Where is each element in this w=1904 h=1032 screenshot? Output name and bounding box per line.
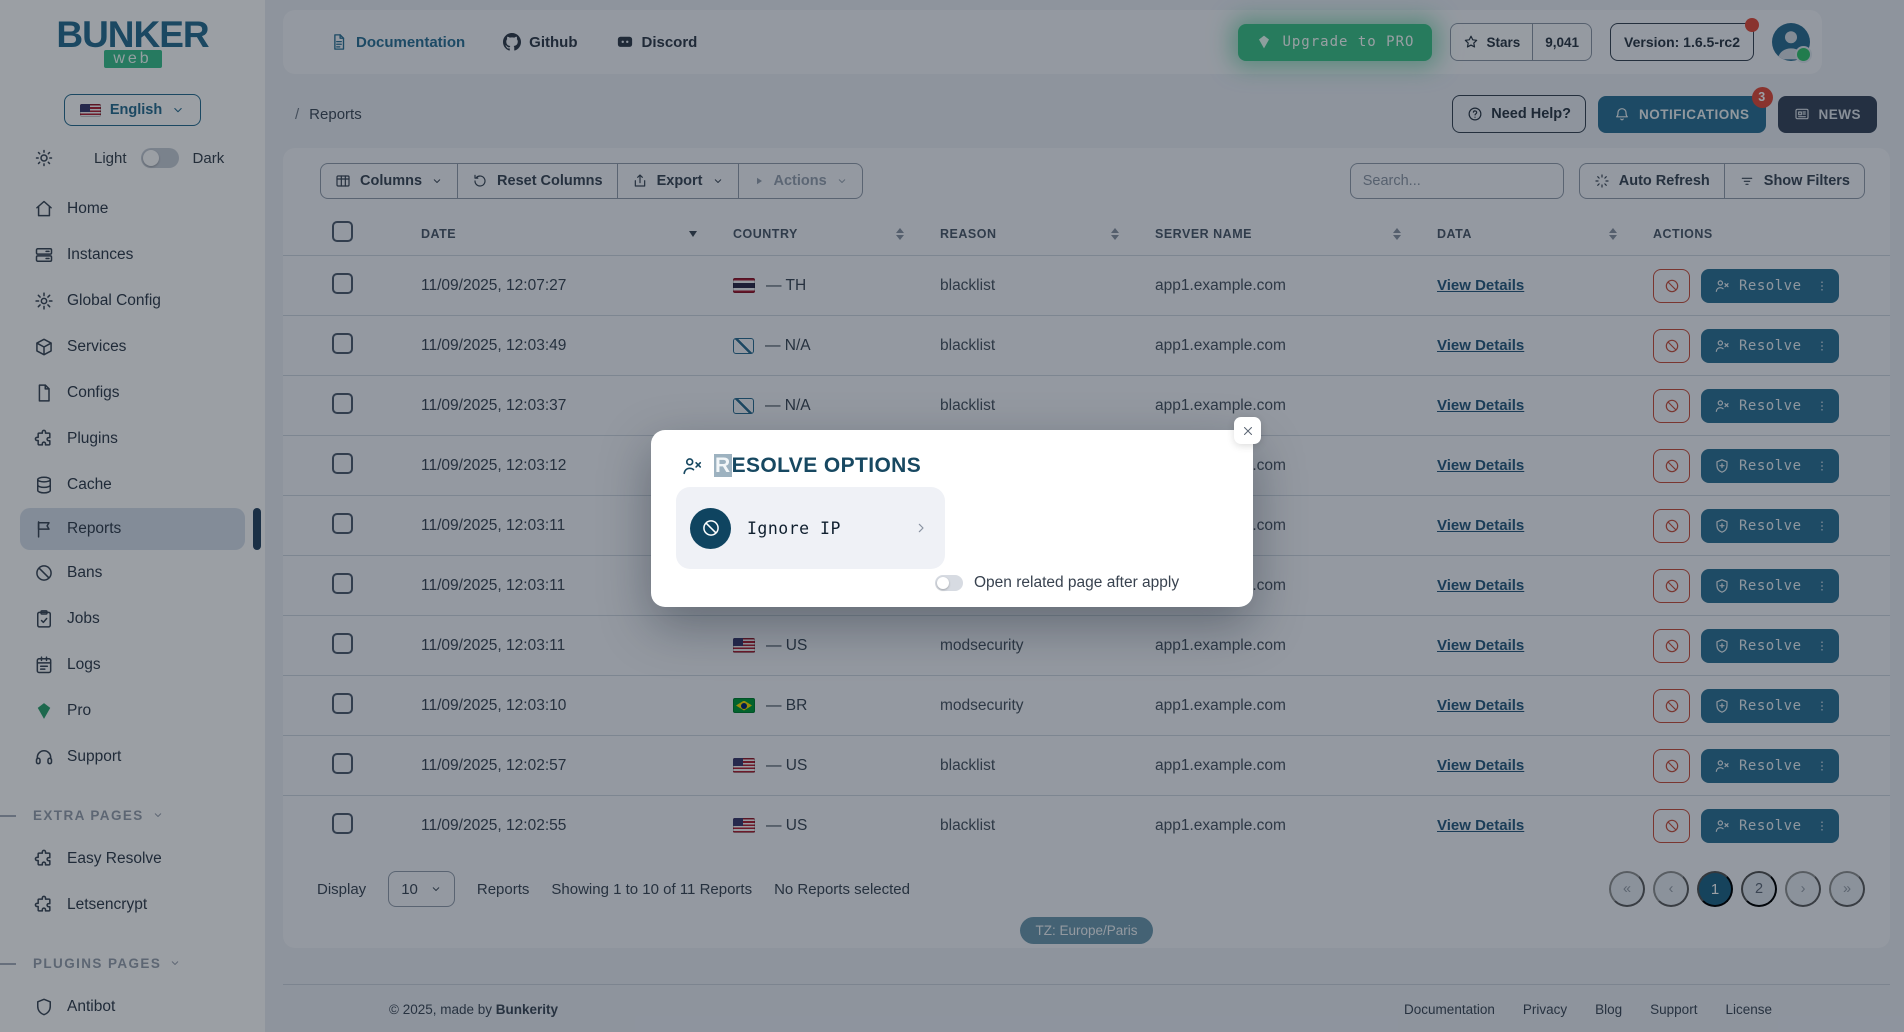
modal-title-selected: R [714,454,732,477]
open-related-toggle[interactable] [935,575,963,591]
ignore-ip-label: Ignore IP [747,519,841,538]
ban-circle-icon [690,508,731,549]
page: BUNKER web English Light Dark Home [0,0,1904,1032]
modal-title-rest: ESOLVE OPTIONS [732,454,922,477]
close-icon[interactable] [1234,417,1261,444]
modal-title-row: RESOLVE OPTIONS [681,454,1253,478]
ignore-ip-option[interactable]: Ignore IP [676,487,945,569]
ban-icon [701,518,721,538]
x-icon [1241,424,1255,438]
resolve-options-modal: RESOLVE OPTIONS Ignore IP Open related p… [651,430,1253,607]
open-related-toggle-row: Open related page after apply [935,574,1179,592]
chevron-right-icon [913,520,929,536]
user-x-icon [681,455,703,477]
modal-title: RESOLVE OPTIONS [714,454,921,478]
open-related-label: Open related page after apply [974,574,1179,592]
